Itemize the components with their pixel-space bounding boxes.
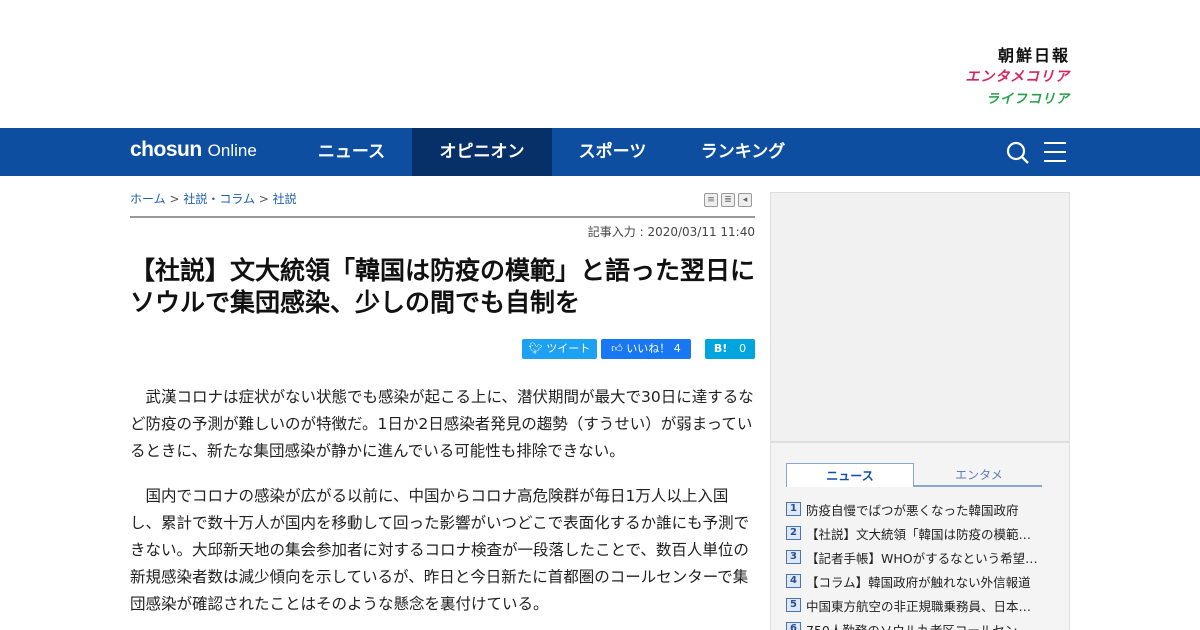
chosun-online-logo[interactable]: chosun Online bbox=[130, 138, 257, 162]
breadcrumb-separator: > bbox=[165, 192, 184, 206]
brand-links: 朝鮮日報 エンタメコリア ライフコリア bbox=[965, 42, 1070, 107]
ranking-item[interactable]: 3 【記者手帳】WHOがするなという希望… bbox=[786, 545, 1056, 569]
print-icon[interactable]: ≡ bbox=[704, 193, 718, 207]
tab-ranking-entertainment[interactable]: エンタメ bbox=[916, 463, 1042, 487]
hatena-count: 0 bbox=[739, 342, 747, 355]
logo-light-text: Online bbox=[207, 141, 257, 160]
rank-title: 【社説】文大統領「韓国は防疫の模範… bbox=[806, 526, 1032, 542]
thumbs-up-icon: 👍︎ bbox=[611, 342, 627, 355]
article-paragraph: 武漢コロナは症状がない状態でも感染が起こる上に、潜伏期間が最大で30日に達するな… bbox=[130, 388, 754, 460]
header-rule bbox=[130, 216, 755, 218]
hamburger-menu-icon[interactable] bbox=[1044, 142, 1066, 162]
like-count: 4 bbox=[673, 342, 681, 355]
rank-number: 6 bbox=[786, 622, 801, 630]
tweet-label: ツイート bbox=[546, 342, 591, 355]
main-navbar: chosun Online ニュース オピニオン スポーツ ランキング bbox=[0, 128, 1200, 176]
tab-ranking-news[interactable]: ニュース bbox=[786, 463, 914, 487]
chosun-ilbo-link[interactable]: 朝鮮日報 bbox=[965, 42, 1070, 66]
rank-number: 5 bbox=[786, 598, 801, 612]
ranking-item[interactable]: 6 750人勤務のソウル九老区コールセン… bbox=[786, 617, 1056, 630]
breadcrumb-current[interactable]: 社説 bbox=[273, 192, 297, 206]
rank-number: 2 bbox=[786, 526, 801, 540]
enta-korea-link[interactable]: エンタメコリア bbox=[965, 66, 1070, 88]
logo-bold-text: chosun bbox=[130, 138, 202, 161]
article-date: 記事入力 : 2020/03/11 11:40 bbox=[587, 225, 755, 239]
sidebar-ad-slot bbox=[770, 192, 1070, 442]
text-size-icon[interactable]: ≣ bbox=[721, 193, 735, 207]
rank-title: 中国東方航空の非正規職乗務員、日本… bbox=[806, 598, 1032, 614]
search-icon[interactable] bbox=[1006, 141, 1030, 165]
rank-title: 【コラム】韓国政府が触れない外信報道 bbox=[806, 574, 1031, 590]
ranking-item[interactable]: 1 防疫自慢でばつが悪くなった韓国政府 bbox=[786, 497, 1056, 521]
top-header: 朝鮮日報 エンタメコリア ライフコリア bbox=[0, 0, 1200, 128]
facebook-like-button[interactable]: 👍︎ いいね！ 4 bbox=[601, 339, 691, 359]
rank-title: 【記者手帳】WHOがするなという希望… bbox=[806, 550, 1038, 566]
hatena-label: B! bbox=[713, 342, 728, 355]
ranking-tabs: ニュース エンタメ bbox=[786, 463, 1042, 487]
ranking-item[interactable]: 5 中国東方航空の非正規職乗務員、日本… bbox=[786, 593, 1056, 617]
breadcrumb: ホーム > 社説・コラム > 社説 bbox=[130, 190, 297, 207]
article-tools: ≡ ≣ ◂ bbox=[704, 193, 752, 207]
back-arrow-icon[interactable]: ◂ bbox=[738, 193, 752, 207]
article-paragraph: 国内でコロナの感染が広がる以前に、中国からコロナ高危険群が毎日1万人以上入国し、… bbox=[130, 487, 750, 613]
nav-opinion[interactable]: オピニオン bbox=[412, 128, 552, 176]
rank-number: 4 bbox=[786, 574, 801, 588]
ranking-item[interactable]: 2 【社説】文大統領「韓国は防疫の模範… bbox=[786, 521, 1056, 545]
nav-news[interactable]: ニュース bbox=[291, 128, 412, 176]
rank-number: 1 bbox=[786, 502, 801, 516]
nav-ranking[interactable]: ランキング bbox=[673, 128, 813, 176]
tweet-button[interactable]: 🐦︎ ツイート bbox=[522, 339, 597, 359]
article-headline: 【社説】文大統領「韓国は防疫の模範」と語った翌日にソウルで集団感染、少しの間でも… bbox=[130, 256, 756, 317]
breadcrumb-home[interactable]: ホーム bbox=[130, 192, 166, 206]
breadcrumb-section[interactable]: 社説・コラム bbox=[183, 192, 255, 206]
rank-title: 750人勤務のソウル九老区コールセン… bbox=[806, 622, 1030, 630]
ranking-list: 1 防疫自慢でばつが悪くなった韓国政府 2 【社説】文大統領「韓国は防疫の模範… 3… bbox=[786, 497, 1056, 630]
life-korea-link[interactable]: ライフコリア bbox=[965, 88, 1070, 107]
rank-number: 3 bbox=[786, 550, 801, 564]
hatena-bookmark-button[interactable]: B! 0 bbox=[705, 339, 755, 359]
nav-sports[interactable]: スポーツ bbox=[552, 128, 673, 176]
ranking-item[interactable]: 4 【コラム】韓国政府が触れない外信報道 bbox=[786, 569, 1056, 593]
like-label: いいね！ bbox=[626, 342, 671, 355]
twitter-bird-icon: 🐦︎ bbox=[528, 342, 547, 355]
rank-title: 防疫自慢でばつが悪くなった韓国政府 bbox=[806, 502, 1019, 518]
breadcrumb-separator: > bbox=[254, 192, 273, 206]
article-body: 武漢コロナは症状がない状態でも感染が起こる上に、潜伏期間が最大で30日に達するな… bbox=[130, 384, 755, 630]
